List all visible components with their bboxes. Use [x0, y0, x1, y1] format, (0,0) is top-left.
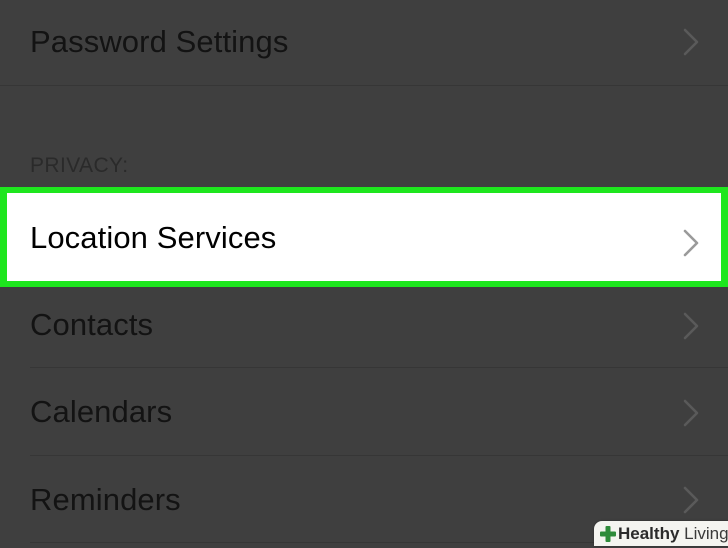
row-label-location-services: Location Services: [30, 220, 277, 255]
watermark-badge: Healthy Living: [594, 521, 728, 546]
watermark-text-bold: Healthy: [618, 524, 680, 543]
settings-row-contacts[interactable]: Contacts: [0, 287, 728, 368]
chevron-right-icon: [682, 27, 700, 57]
row-label-contacts: Contacts: [30, 307, 154, 342]
row-label-calendars: Calendars: [30, 394, 173, 429]
chevron-right-icon: [682, 485, 700, 515]
highlight-frame: Location Services: [0, 187, 728, 287]
chevron-right-icon: [682, 228, 700, 258]
watermark-text-light: Living: [679, 524, 728, 543]
settings-row-password[interactable]: Password Settings: [0, 0, 728, 86]
row-label-password-settings: Password Settings: [30, 24, 289, 59]
watermark-text: Healthy Living: [618, 524, 728, 543]
chevron-right-icon: [682, 311, 700, 341]
chevron-right-icon: [682, 398, 700, 428]
section-header-privacy: PRIVACY:: [30, 154, 129, 177]
separator: [0, 85, 728, 86]
row-label-reminders: Reminders: [30, 482, 181, 517]
settings-row-location-services[interactable]: Location Services: [7, 193, 721, 281]
plus-cross-icon: [599, 525, 617, 543]
settings-row-calendars[interactable]: Calendars: [0, 368, 728, 455]
